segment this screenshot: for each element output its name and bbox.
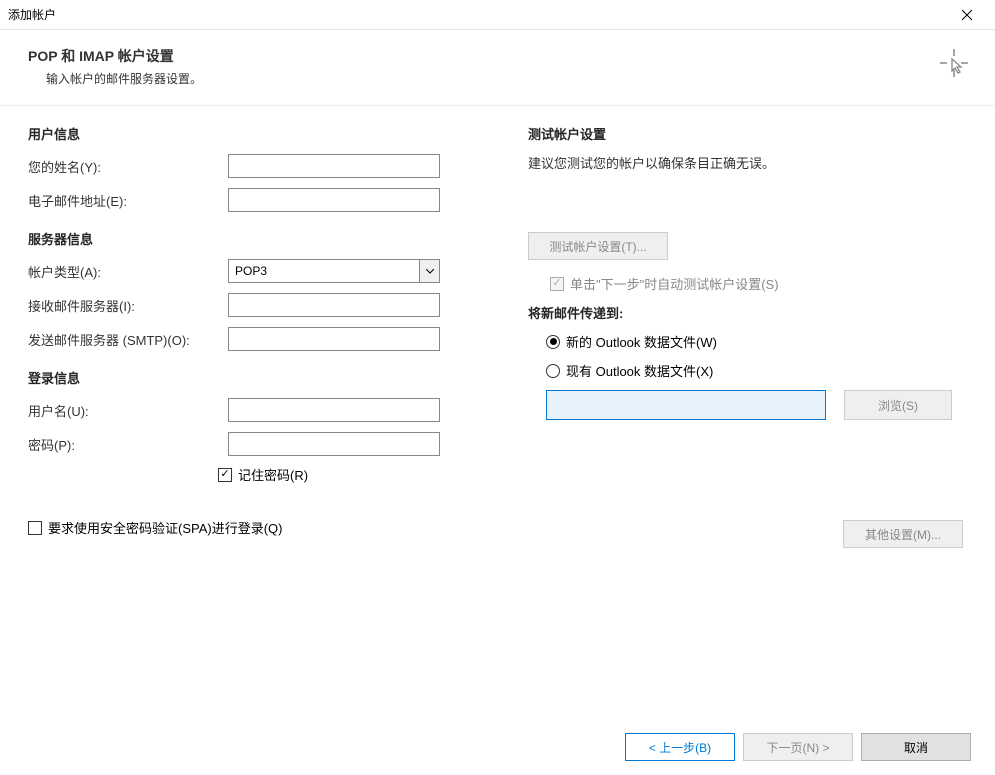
- radio-existing-datafile[interactable]: [546, 364, 560, 378]
- test-settings-desc: 建议您测试您的帐户以确保条目正确无误。: [528, 153, 967, 172]
- email-input[interactable]: [228, 188, 440, 212]
- header-title: POP 和 IMAP 帐户设置: [28, 46, 967, 66]
- chevron-down-icon: [419, 260, 439, 282]
- header-section: POP 和 IMAP 帐户设置 输入帐户的邮件服务器设置。: [0, 30, 995, 97]
- radio-new-label: 新的 Outlook 数据文件(W): [566, 332, 717, 351]
- other-settings-button[interactable]: 其他设置(M)...: [843, 520, 963, 548]
- radio-new-datafile[interactable]: [546, 335, 560, 349]
- cursor-icon: [939, 48, 969, 78]
- close-button[interactable]: [947, 1, 987, 29]
- name-input[interactable]: [228, 154, 440, 178]
- footer: < 上一步(B) 下一页(N) > 取消: [625, 733, 971, 761]
- incoming-server-input[interactable]: [228, 293, 440, 317]
- email-label: 电子邮件地址(E):: [28, 191, 228, 210]
- username-label: 用户名(U):: [28, 401, 228, 420]
- name-label: 您的姓名(Y):: [28, 157, 228, 176]
- username-input[interactable]: [228, 398, 440, 422]
- outgoing-server-input[interactable]: [228, 327, 440, 351]
- test-settings-button[interactable]: 测试帐户设置(T)...: [528, 232, 668, 260]
- account-type-select[interactable]: POP3: [228, 259, 440, 283]
- outgoing-server-label: 发送邮件服务器 (SMTP)(O):: [28, 330, 228, 349]
- window-title: 添加帐户: [8, 6, 56, 23]
- password-label: 密码(P):: [28, 435, 228, 454]
- test-settings-title: 测试帐户设置: [528, 124, 967, 143]
- account-type-value: POP3: [229, 264, 419, 278]
- spa-label: 要求使用安全密码验证(SPA)进行登录(Q): [48, 518, 282, 537]
- server-info-title: 服务器信息: [28, 229, 518, 248]
- next-button[interactable]: 下一页(N) >: [743, 733, 853, 761]
- incoming-server-label: 接收邮件服务器(I):: [28, 296, 228, 315]
- datafile-path-input: [546, 390, 826, 420]
- account-type-label: 帐户类型(A):: [28, 262, 228, 281]
- password-input[interactable]: [228, 432, 440, 456]
- user-info-title: 用户信息: [28, 124, 518, 143]
- login-info-title: 登录信息: [28, 368, 518, 387]
- radio-existing-label: 现有 Outlook 数据文件(X): [566, 361, 713, 380]
- auto-test-label: 单击"下一步"时自动测试帐户设置(S): [570, 274, 779, 293]
- header-subtitle: 输入帐户的邮件服务器设置。: [28, 70, 967, 87]
- close-icon: [961, 9, 973, 21]
- back-button[interactable]: < 上一步(B): [625, 733, 735, 761]
- titlebar: 添加帐户: [0, 0, 995, 30]
- deliver-title: 将新邮件传递到:: [528, 303, 967, 322]
- browse-button[interactable]: 浏览(S): [844, 390, 952, 420]
- remember-password-checkbox[interactable]: [218, 468, 232, 482]
- remember-password-label: 记住密码(R): [238, 465, 308, 484]
- auto-test-checkbox[interactable]: [550, 277, 564, 291]
- spa-checkbox[interactable]: [28, 521, 42, 535]
- cancel-button[interactable]: 取消: [861, 733, 971, 761]
